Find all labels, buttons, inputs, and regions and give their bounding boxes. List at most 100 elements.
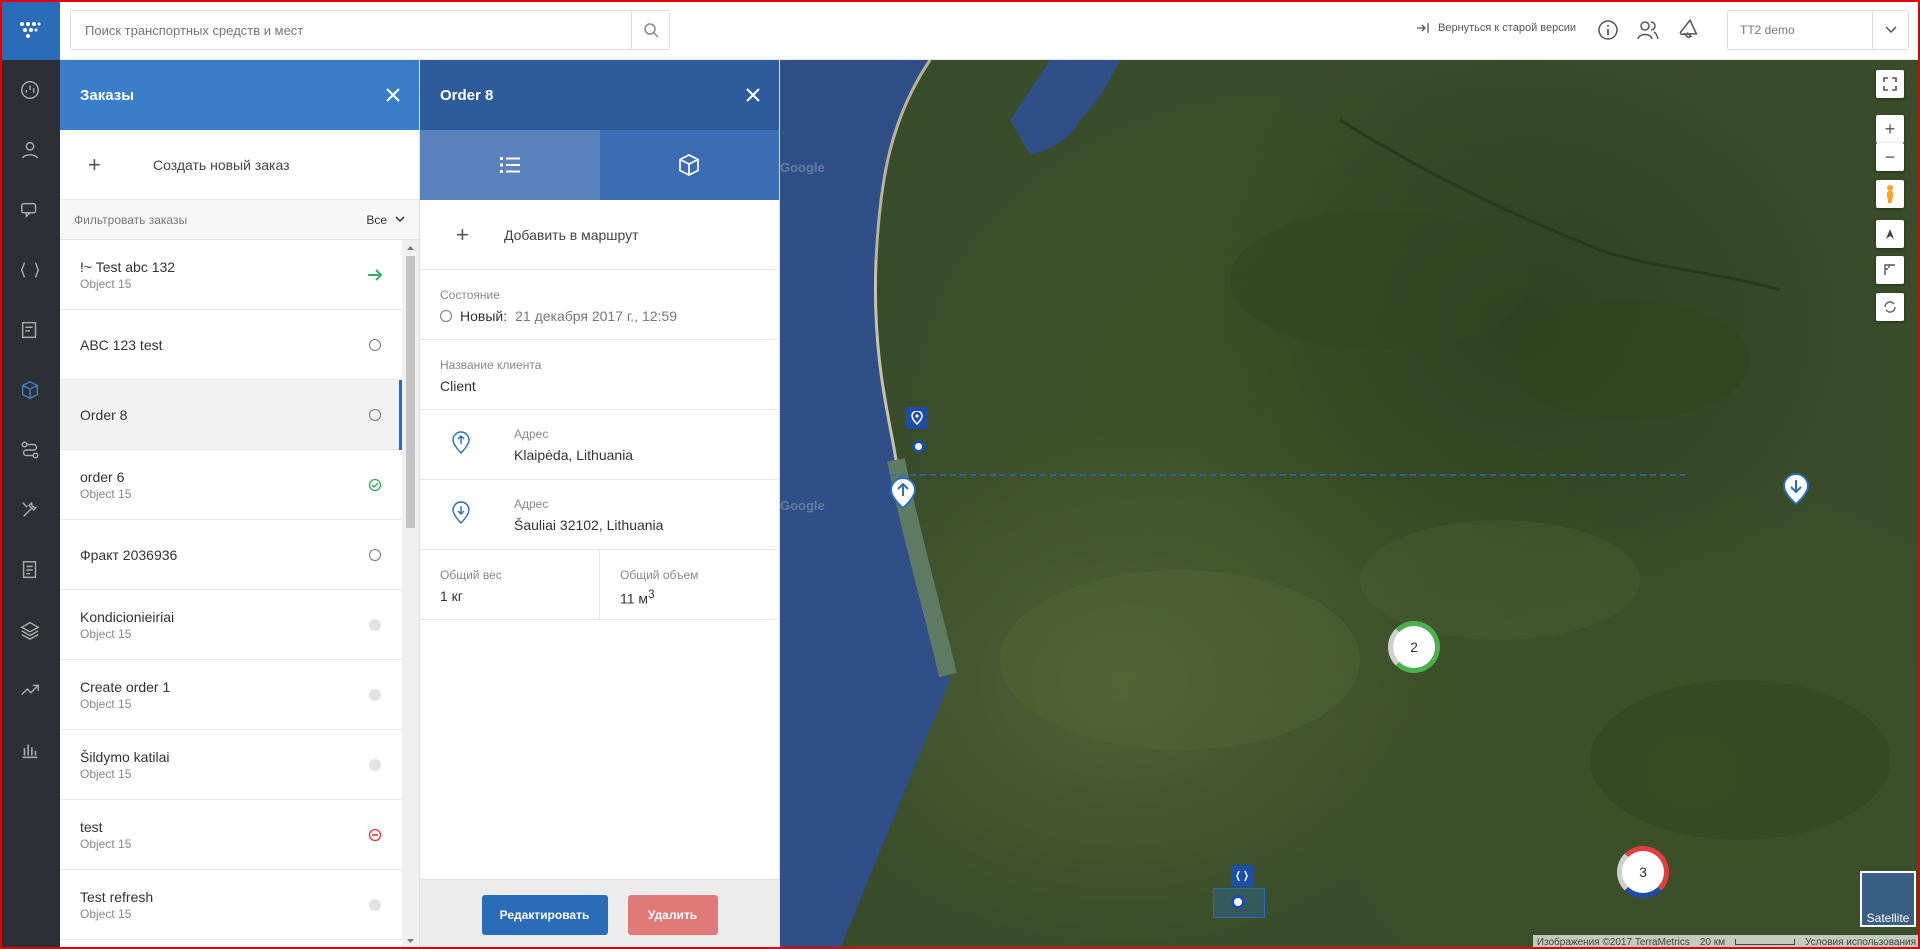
- plus-icon: +: [88, 151, 101, 177]
- list-item[interactable]: !~ Test abc 132 Object 15: [60, 240, 403, 310]
- order-state: Состояние Новый: 21 декабря 2017 г., 12:…: [420, 270, 779, 340]
- order-subtitle: Object 15: [80, 696, 132, 711]
- pickup-label: Адрес: [514, 426, 549, 441]
- list-item[interactable]: test Object 15: [60, 800, 403, 870]
- pickup-address[interactable]: Адрес Klaipėda, Lithuania: [420, 410, 779, 480]
- filter-select[interactable]: Все: [366, 213, 405, 227]
- close-icon[interactable]: [385, 87, 401, 103]
- nav-routes[interactable]: [0, 240, 60, 300]
- state-label: Состояние: [440, 288, 500, 302]
- routes-marker[interactable]: [1231, 865, 1253, 887]
- cluster-marker[interactable]: 2: [1388, 621, 1440, 673]
- account-select[interactable]: TT2 demo: [1727, 10, 1909, 50]
- nav-layers[interactable]: [0, 600, 60, 660]
- status-grey-icon: [367, 897, 383, 913]
- detail-header: Order 8: [420, 60, 779, 130]
- delivery-marker[interactable]: [1782, 472, 1810, 511]
- vehicle-dot[interactable]: [912, 440, 925, 453]
- list-icon: [499, 157, 520, 173]
- bar-chart-icon: [22, 744, 38, 759]
- client-name: Название клиента Client: [420, 340, 779, 410]
- delivery-label: Адрес: [514, 496, 549, 511]
- order-list-scrollbar[interactable]: [402, 240, 419, 949]
- scroll-up-icon[interactable]: [402, 242, 419, 254]
- list-item[interactable]: Test refresh Object 15: [60, 870, 403, 940]
- zoom-in-button[interactable]: +: [1876, 115, 1904, 143]
- weight-label: Общий вес: [440, 568, 502, 582]
- cluster-marker[interactable]: 3: [1617, 846, 1669, 898]
- nav-planning[interactable]: [0, 420, 60, 480]
- nav-dashboard[interactable]: [0, 60, 60, 120]
- nav-users[interactable]: [0, 120, 60, 180]
- status-grey-icon: [367, 617, 383, 633]
- location-marker[interactable]: [906, 407, 928, 429]
- nav-statistics[interactable]: [0, 720, 60, 780]
- cancel-icon: [367, 827, 383, 843]
- refresh-map-button[interactable]: [1876, 293, 1904, 321]
- detail-tabs: [420, 130, 779, 200]
- search-input[interactable]: [71, 11, 631, 49]
- delivery-address[interactable]: Адрес Šauliai 32102, Lithuania: [420, 480, 779, 550]
- pickup-pin-icon: [450, 429, 482, 460]
- check-circle-icon: [367, 477, 383, 493]
- orders-header: Заказы: [60, 60, 419, 130]
- box-icon: [21, 380, 39, 400]
- order-subtitle: Object 15: [80, 766, 132, 781]
- nav-reports[interactable]: [0, 300, 60, 360]
- fullscreen-button[interactable]: [1876, 70, 1904, 98]
- delivery-value: Šauliai 32102, Lithuania: [514, 516, 664, 533]
- order-subtitle: Object 15: [80, 906, 132, 921]
- status-grey-icon: [367, 757, 383, 773]
- list-item[interactable]: order 6 Object 15: [60, 450, 403, 520]
- order-totals: Общий вес 1 кг Общий объем 11 м3: [420, 550, 779, 620]
- list-item[interactable]: Create order 1 Object 15: [60, 660, 403, 730]
- vehicle-dot[interactable]: [1231, 895, 1245, 909]
- nav-orders[interactable]: [0, 360, 60, 420]
- compass-button[interactable]: [1876, 220, 1904, 248]
- terms-link[interactable]: Условия использования: [1805, 937, 1916, 948]
- pickup-marker[interactable]: [889, 476, 917, 515]
- tools-icon: [22, 502, 37, 517]
- old-version-link[interactable]: Вернуться к старой версии: [1416, 22, 1576, 34]
- satellite-label: Satellite: [1866, 911, 1910, 925]
- close-icon[interactable]: [745, 87, 761, 103]
- nav-maintenance[interactable]: [0, 480, 60, 540]
- tab-details[interactable]: [420, 130, 600, 200]
- ruler-icon: [1884, 264, 1895, 275]
- zoom-out-button[interactable]: −: [1876, 143, 1904, 171]
- list-item[interactable]: Šildymo katilai Object 15: [60, 730, 403, 800]
- nav-messages[interactable]: [0, 180, 60, 240]
- minus-icon: −: [1884, 146, 1896, 167]
- volume-label: Общий объем: [620, 568, 699, 582]
- status-new-icon: [440, 310, 452, 322]
- app-logo[interactable]: [0, 0, 60, 60]
- search-button[interactable]: [631, 11, 669, 49]
- satellite-toggle[interactable]: Satellite: [1860, 871, 1916, 927]
- cluster-count: 2: [1410, 639, 1418, 655]
- notifications-button[interactable]: [1674, 16, 1702, 44]
- list-item[interactable]: Kondicionieiriai Object 15: [60, 590, 403, 660]
- delete-button[interactable]: Удалить: [627, 894, 718, 935]
- list-item[interactable]: ABC 123 test: [60, 310, 403, 380]
- scroll-thumb[interactable]: [406, 256, 415, 528]
- users-button[interactable]: [1634, 16, 1662, 44]
- add-to-route-button[interactable]: + Добавить в маршрут: [420, 200, 779, 270]
- order-title: Kondicionieiriai: [80, 608, 175, 625]
- list-item-selected[interactable]: Order 8: [60, 380, 403, 450]
- plus-icon: +: [456, 221, 469, 247]
- list-item[interactable]: Фракт 2036936: [60, 520, 403, 590]
- account-dropdown-toggle[interactable]: [1872, 11, 1908, 49]
- create-order-button[interactable]: + Создать новый заказ: [60, 130, 419, 200]
- status-grey-icon: [367, 687, 383, 703]
- tab-cargo[interactable]: [599, 130, 779, 200]
- street-view-button[interactable]: [1876, 180, 1904, 208]
- info-button[interactable]: [1594, 16, 1622, 44]
- map-view[interactable]: + − 2 3 Google Google Satellite Изображе…: [780, 60, 1920, 949]
- top-bar: Вернуться к старой версии TT2 demo: [60, 0, 1920, 60]
- nav-documents[interactable]: [0, 540, 60, 600]
- scroll-down-icon[interactable]: [402, 935, 419, 947]
- ruler-button[interactable]: [1876, 256, 1904, 284]
- routes-icon: [1236, 870, 1248, 882]
- nav-analytics[interactable]: [0, 660, 60, 720]
- edit-button[interactable]: Редактировать: [481, 894, 608, 935]
